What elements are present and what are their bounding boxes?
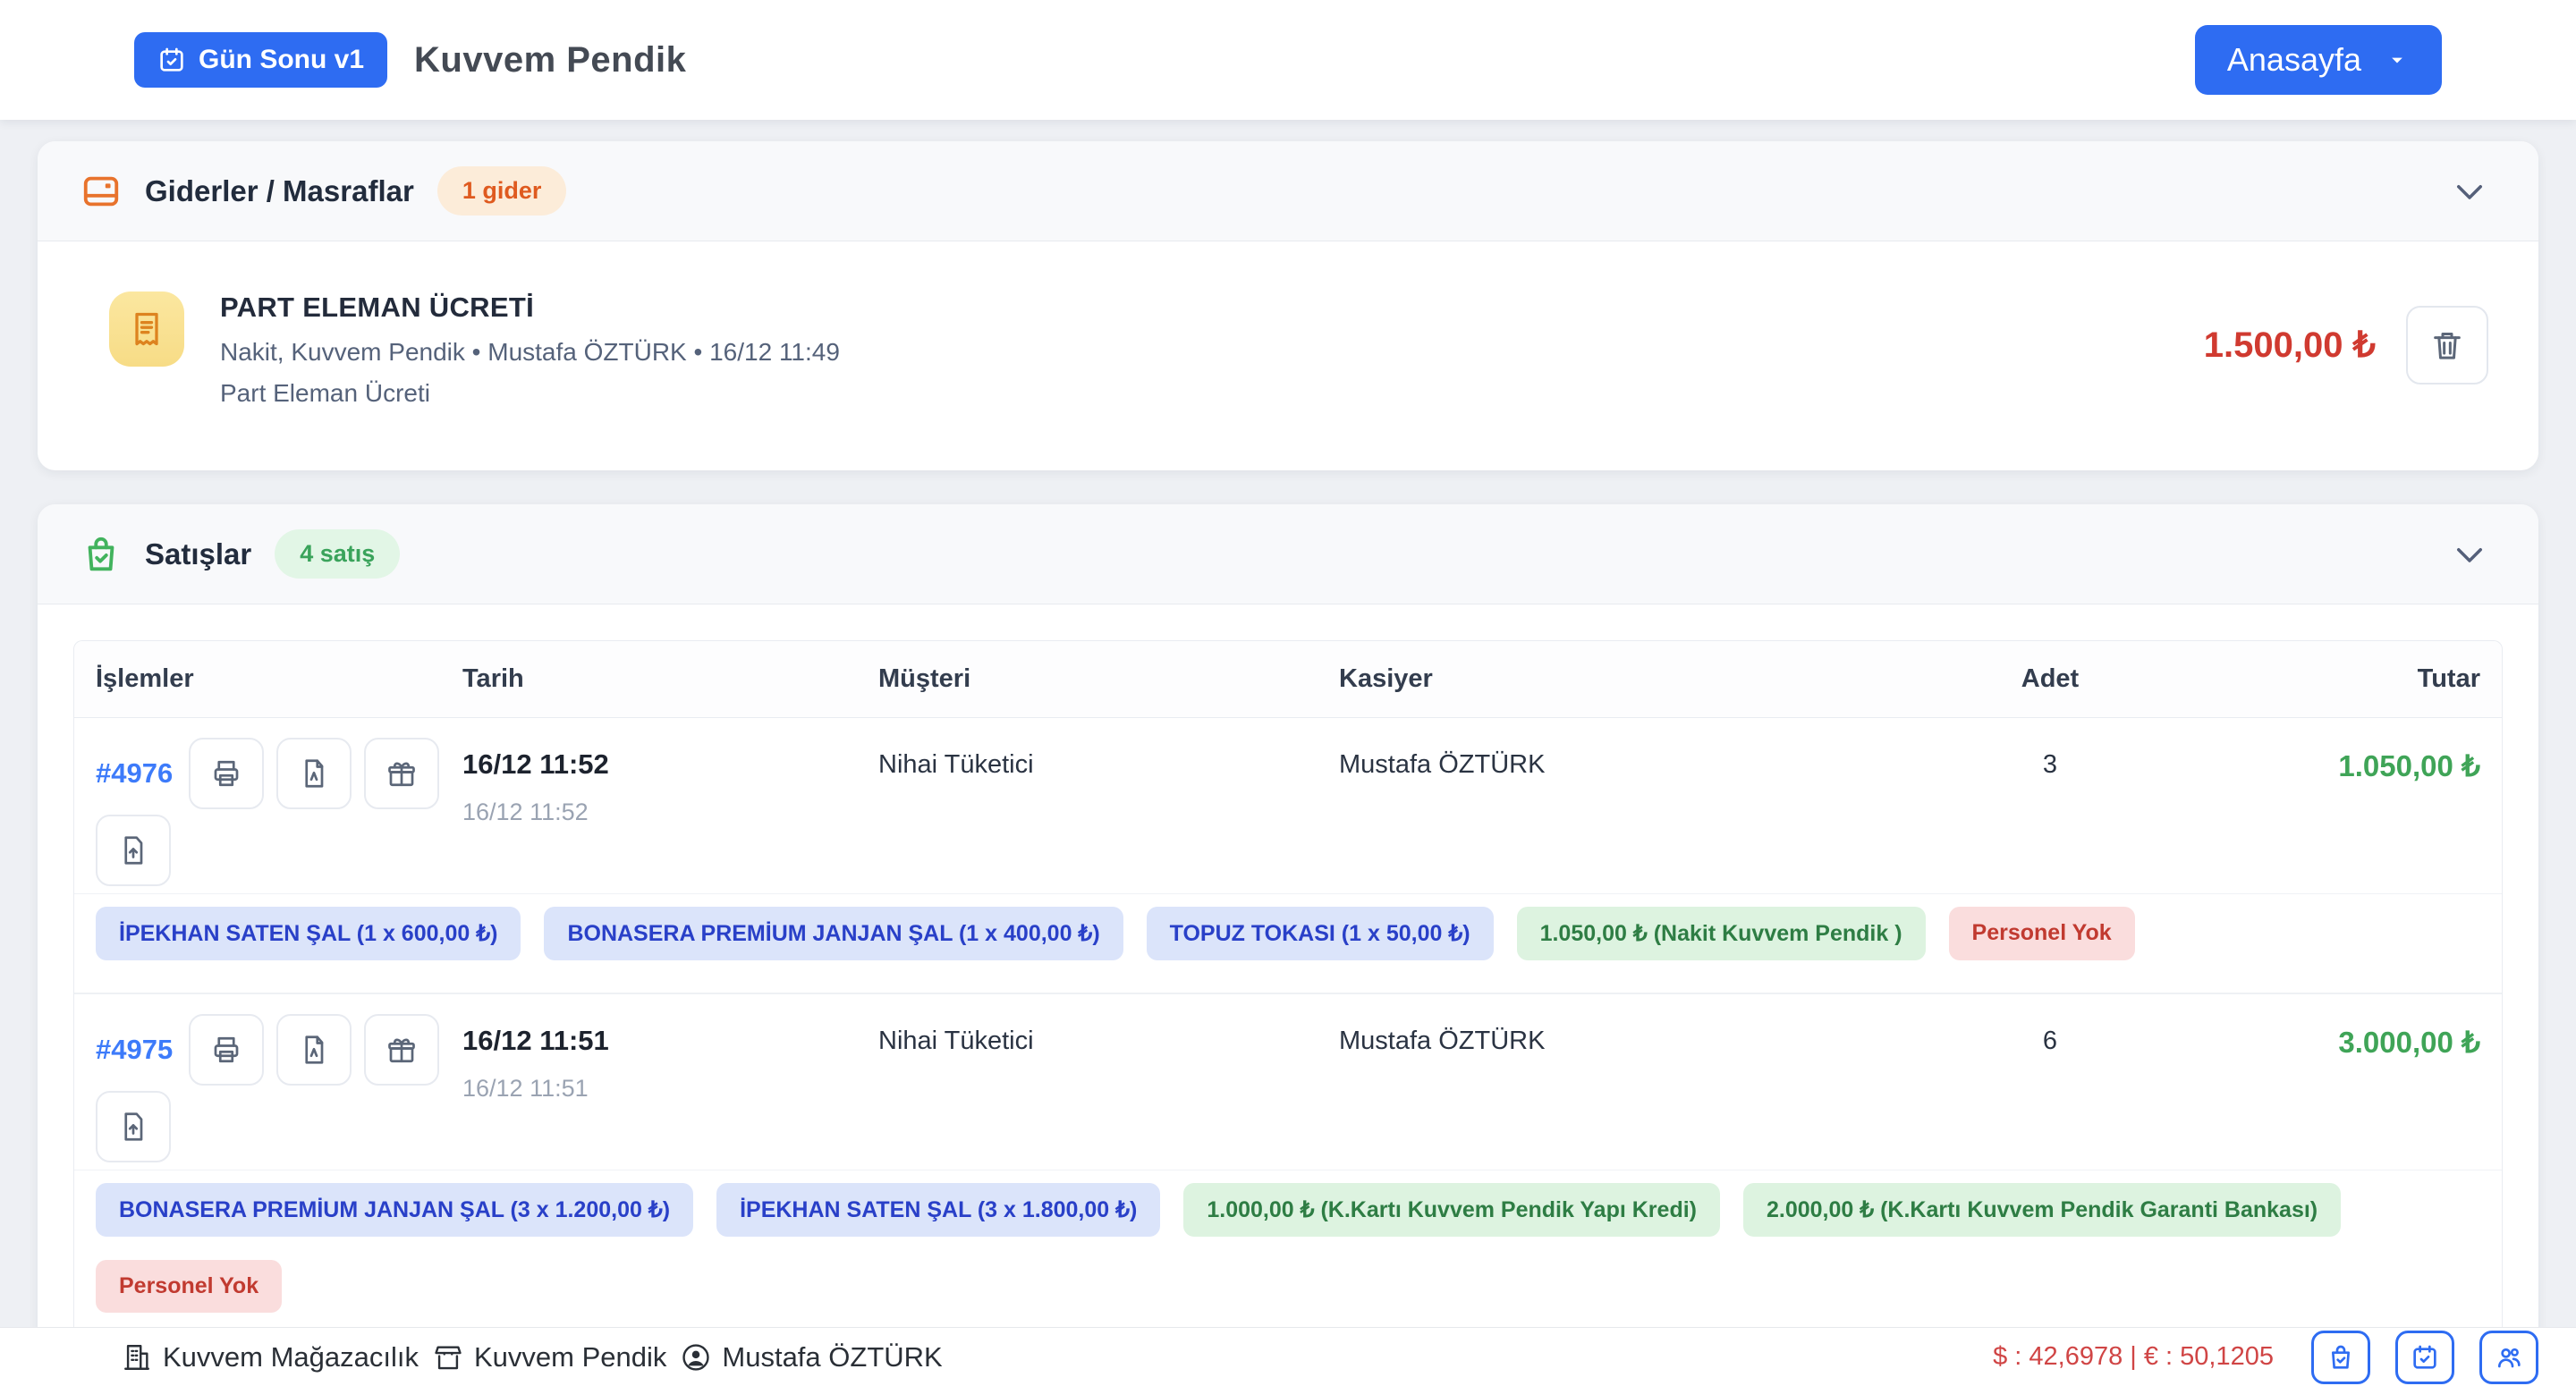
chevron-down-icon[interactable]	[2451, 173, 2488, 210]
sale-tags-row: İPEKHAN SATEN ŞAL (1 x 600,00 ₺) BONASER…	[74, 894, 2502, 994]
col-adet: Adet	[1947, 664, 2153, 694]
credit-card-icon	[80, 171, 122, 212]
expense-description: Part Eleman Ücreti	[220, 379, 2204, 408]
branch-name: Kuvvem Pendik	[474, 1341, 666, 1373]
top-bar: Gün Sonu v1 Kuvvem Pendik Anasayfa	[0, 0, 2576, 120]
sale-cashier: Mustafa ÖZTÜRK	[1339, 1014, 1947, 1056]
sale-id-link[interactable]: #4976	[96, 757, 173, 790]
end-of-day-shortcut-button[interactable]	[2395, 1331, 2454, 1384]
home-button[interactable]: Anasayfa	[2195, 25, 2442, 95]
page-title: Kuvvem Pendik	[414, 40, 686, 80]
gift-button[interactable]	[364, 738, 439, 809]
product-tag: TOPUZ TOKASI (1 x 50,00 ₺)	[1147, 907, 1494, 960]
expense-item: PART ELEMAN ÜCRETİ Nakit, Kuvvem Pendik …	[38, 241, 2538, 470]
product-tag: İPEKHAN SATEN ŞAL (3 x 1.800,00 ₺)	[716, 1183, 1160, 1237]
col-tutar: Tutar	[2153, 664, 2480, 694]
trash-icon	[2429, 327, 2465, 363]
no-staff-tag: Personel Yok	[1949, 907, 2135, 960]
printer-icon	[210, 757, 242, 790]
gun-sonu-button[interactable]: Gün Sonu v1	[134, 32, 387, 88]
shopping-bag-check-icon	[80, 534, 122, 575]
sale-qty: 6	[1947, 1014, 2153, 1056]
no-staff-tag: Personel Yok	[96, 1260, 282, 1313]
sale-date: 16/12 11:51	[462, 1025, 878, 1057]
product-tag: BONASERA PREMİUM JANJAN ŞAL (3 x 1.200,0…	[96, 1183, 693, 1237]
home-label: Anasayfa	[2227, 41, 2361, 79]
exchange-rates: $ : 42,6978 | € : 50,1205	[1993, 1342, 2274, 1372]
sale-date-sub: 16/12 11:52	[462, 799, 878, 826]
sales-card-header[interactable]: Satışlar 4 satış	[38, 504, 2538, 604]
staff-shortcut-button[interactable]	[2479, 1331, 2538, 1384]
sale-qty: 3	[1947, 738, 2153, 780]
sales-table: İşlemler Tarih Müşteri Kasiyer Adet Tuta…	[73, 640, 2503, 1386]
sales-count-badge: 4 satış	[275, 529, 400, 579]
status-bar: Kuvvem Mağazacılık Kuvvem Pendik Mustafa…	[0, 1327, 2576, 1386]
expenses-count-badge: 1 gider	[437, 166, 567, 216]
user-circle-icon	[681, 1342, 711, 1373]
gun-sonu-label: Gün Sonu v1	[199, 45, 364, 75]
receipt-icon	[109, 292, 184, 367]
pdf-button[interactable]	[276, 738, 352, 809]
caret-down-icon	[2385, 47, 2410, 72]
expense-subtitle: Nakit, Kuvvem Pendik • Mustafa ÖZTÜRK • …	[220, 338, 2204, 367]
sale-id-link[interactable]: #4975	[96, 1034, 173, 1066]
sales-card: Satışlar 4 satış İşlemler Tarih Müşteri …	[38, 504, 2538, 1386]
calendar-check-icon	[2411, 1343, 2439, 1372]
table-row: #4975 16/12 11:51 16/12 11:51 Nihai Tüke…	[74, 994, 2502, 1170]
payment-tag: 1.050,00 ₺ (Nakit Kuvvem Pendik )	[1517, 907, 1926, 960]
sale-cashier: Mustafa ÖZTÜRK	[1339, 738, 1947, 780]
sales-title: Satışlar	[145, 537, 251, 571]
print-button[interactable]	[189, 738, 264, 809]
pdf-file-icon	[298, 1034, 330, 1066]
printer-icon	[210, 1034, 242, 1066]
payment-tag: 1.000,00 ₺ (K.Kartı Kuvvem Pendik Yapı K…	[1183, 1183, 1720, 1237]
expenses-card: Giderler / Masraflar 1 gider PART ELEMAN…	[38, 141, 2538, 470]
pdf-file-icon	[298, 757, 330, 790]
sale-date: 16/12 11:52	[462, 748, 878, 781]
sale-total: 3.000,00 ₺	[2153, 1014, 2480, 1060]
payment-tag: 2.000,00 ₺ (K.Kartı Kuvvem Pendik Garant…	[1743, 1183, 2341, 1237]
expenses-title: Giderler / Masraflar	[145, 174, 414, 208]
company-name: Kuvvem Mağazacılık	[163, 1341, 419, 1373]
users-icon	[2495, 1343, 2523, 1372]
product-tag: İPEKHAN SATEN ŞAL (1 x 600,00 ₺)	[96, 907, 521, 960]
expense-amount: 1.500,00 ₺	[2204, 325, 2376, 366]
chevron-down-icon[interactable]	[2451, 536, 2488, 573]
building-icon	[122, 1342, 152, 1373]
file-upload-icon	[117, 1111, 149, 1143]
sale-customer: Nihai Tüketici	[878, 738, 1339, 780]
sale-tags-row: BONASERA PREMİUM JANJAN ŞAL (3 x 1.200,0…	[74, 1170, 2502, 1347]
file-upload-icon	[117, 834, 149, 866]
export-file-button[interactable]	[96, 815, 171, 886]
gift-button[interactable]	[364, 1014, 439, 1086]
col-islemler: İşlemler	[96, 664, 462, 694]
col-tarih: Tarih	[462, 664, 878, 694]
product-tag: BONASERA PREMİUM JANJAN ŞAL (1 x 400,00 …	[544, 907, 1123, 960]
calendar-check-icon	[157, 46, 186, 74]
table-row: #4976 16/12 11:52 16/12 11:52 Nihai Tüke…	[74, 718, 2502, 894]
delete-expense-button[interactable]	[2406, 306, 2488, 385]
export-file-button[interactable]	[96, 1091, 171, 1162]
store-icon	[433, 1342, 463, 1373]
gift-icon	[386, 1034, 418, 1066]
pdf-button[interactable]	[276, 1014, 352, 1086]
expense-title: PART ELEMAN ÜCRETİ	[220, 292, 2204, 324]
sale-total: 1.050,00 ₺	[2153, 738, 2480, 783]
sales-table-header: İşlemler Tarih Müşteri Kasiyer Adet Tuta…	[74, 641, 2502, 718]
user-name: Mustafa ÖZTÜRK	[722, 1341, 942, 1373]
col-musteri: Müşteri	[878, 664, 1339, 694]
bag-check-icon	[2326, 1343, 2355, 1372]
col-kasiyer: Kasiyer	[1339, 664, 1947, 694]
sales-shortcut-button[interactable]	[2311, 1331, 2370, 1384]
gift-icon	[386, 757, 418, 790]
print-button[interactable]	[189, 1014, 264, 1086]
expenses-card-header[interactable]: Giderler / Masraflar 1 gider	[38, 141, 2538, 241]
sale-date-sub: 16/12 11:51	[462, 1075, 878, 1103]
sale-customer: Nihai Tüketici	[878, 1014, 1339, 1056]
